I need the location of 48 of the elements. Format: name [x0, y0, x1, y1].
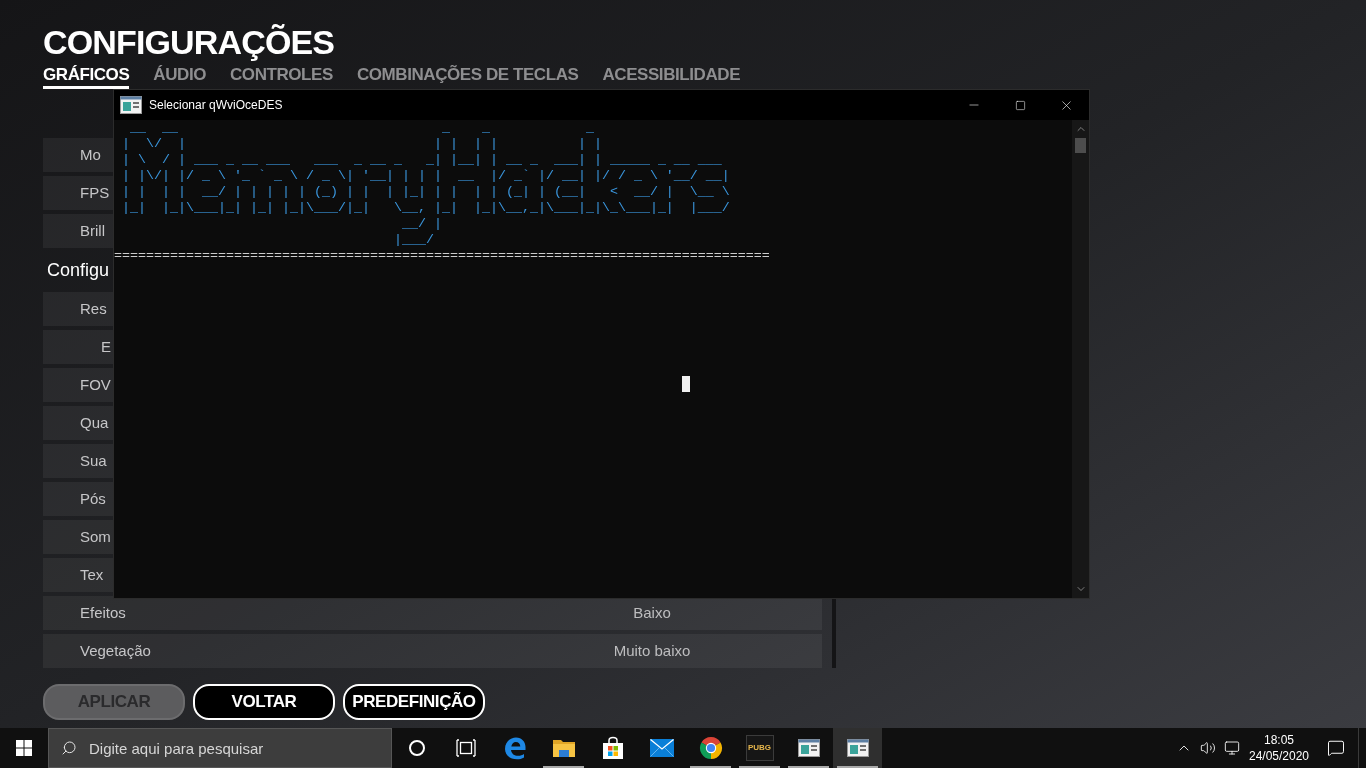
window-icon [846, 739, 869, 757]
setting-label: Brill [80, 221, 105, 241]
clock-button[interactable]: 18:05 24/05/2020 [1244, 728, 1314, 768]
e-logo-icon [502, 736, 527, 760]
console-window-icon [120, 96, 142, 114]
setting-label: Pós [80, 489, 106, 509]
settings-tab[interactable]: CONTROLES [230, 64, 333, 89]
speech-bubble-icon [1327, 739, 1345, 757]
setting-label: Tex [80, 565, 104, 585]
page-title: CONFIGURAÇÕES [43, 22, 335, 62]
setting-value: Muito baixo [613, 641, 691, 661]
speaker-icon [1200, 740, 1216, 756]
setting-value: Baixo [633, 603, 671, 623]
separator-line-text: ================================================================================== [114, 248, 770, 264]
round-logo-icon [698, 736, 723, 760]
scrollbar-thumb[interactable] [1075, 138, 1086, 153]
setting-label: FPS [80, 183, 110, 203]
windows-logo-icon [16, 740, 32, 756]
folder-icon [551, 737, 576, 759]
section-heading: Configu [47, 259, 110, 281]
settings-tab[interactable]: COMBINAÇÕES DE TECLAS [356, 64, 579, 89]
overlapping-windows-icon [455, 739, 476, 757]
search-icon [61, 740, 77, 756]
settings-tab[interactable]: ACESSIBILIDADE [602, 64, 741, 89]
ascii-art-title-text: __ __ _ _ _ | \/ | | | | | | | | \ / | ___ _ __ ___ ___ _ __ _ _| |__| | __ _ ___| | _____ _ __ ___ | |\/| |/ _ \ '_ ` _ \ / _ \| '__| | | | __ |/ _` |/ __| |/ / _ \ '__/ __| | | | | __/ | | | | | (_) | | | |_| | | | | (_| | (__| < __/ | \__ \ |_| |_|\___|_| |_| |_|\___/|_| \__, |_| |_|\__,_|\___|_|\_\___|_| |___/ __/ | |___/ [121, 120, 730, 248]
settings-tab[interactable]: ÁUDIO [153, 64, 206, 89]
search-field[interactable]: Digite aqui para pesquisar [48, 728, 392, 768]
setting-label: Som [80, 527, 111, 547]
action-button[interactable]: PREDEFINIÇÃO [343, 684, 485, 720]
setting-label: Sua [80, 451, 107, 471]
envelope-icon [649, 739, 674, 757]
shopping-bag-icon [600, 736, 625, 760]
maximize-icon [1014, 99, 1026, 111]
setting-label: FOV [80, 375, 111, 395]
text-cursor [682, 376, 690, 392]
window-title: Selecionar qWviOceDES [149, 97, 283, 113]
console-scrollbar[interactable] [1072, 120, 1089, 598]
monitor-icon [1224, 740, 1240, 756]
taskbar-button[interactable]: PUBG [735, 728, 784, 768]
window-icon [797, 739, 820, 757]
taskbar-button[interactable] [833, 728, 882, 768]
setting-label: Mo [80, 145, 101, 165]
setting-label: Res [80, 299, 107, 319]
setting-label: Efeitos [80, 603, 126, 623]
setting-label: Qua [80, 413, 109, 433]
setting-label: Vegetação [80, 641, 151, 661]
action-button[interactable]: VOLTAR [193, 684, 335, 720]
setting-label: E [101, 337, 111, 357]
